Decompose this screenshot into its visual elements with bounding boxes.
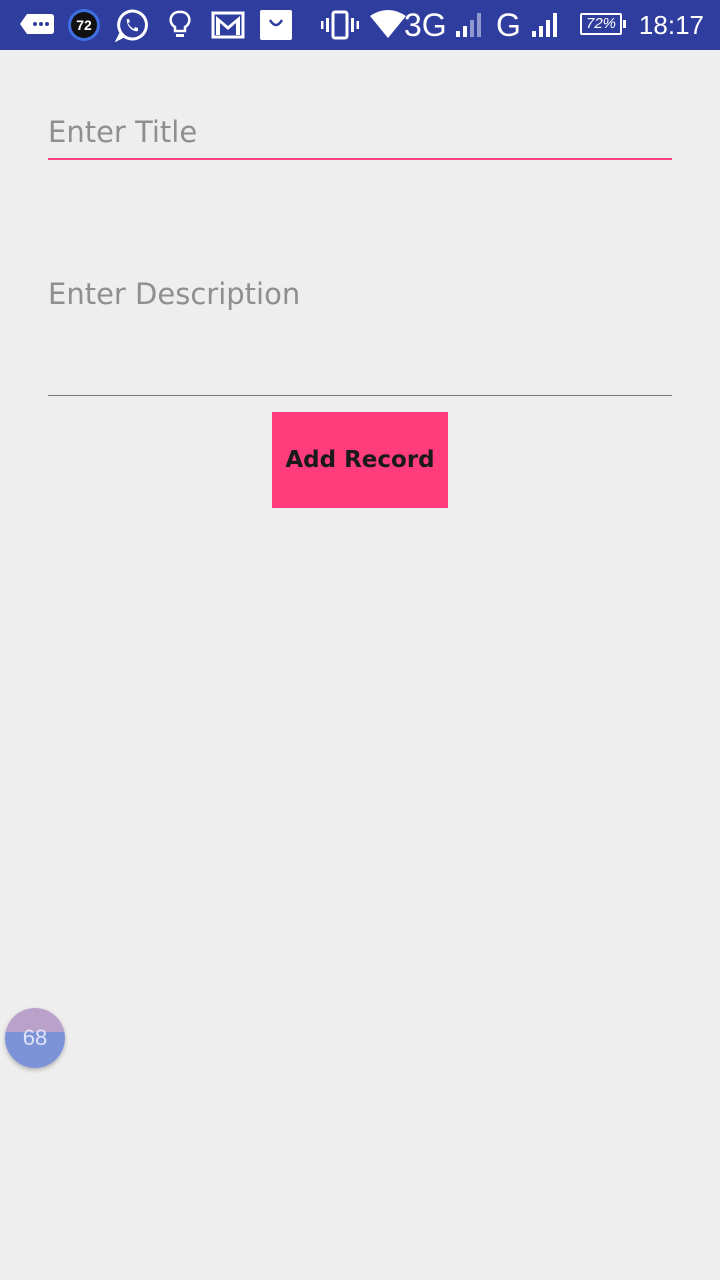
title-field[interactable]: [48, 108, 672, 160]
clock: 18:17: [638, 10, 704, 40]
description-field[interactable]: [48, 272, 672, 396]
signal-icon: [530, 0, 560, 50]
badge-72-icon: 72: [66, 0, 102, 50]
floating-bubble[interactable]: 68: [5, 1008, 65, 1068]
battery-cap: [623, 20, 626, 28]
network-3g-label: 3G: [404, 7, 447, 43]
shopping-bag-icon: [258, 0, 294, 50]
battery-icon: 72%: [580, 13, 622, 35]
description-input[interactable]: [48, 272, 672, 382]
floating-bubble-value: 68: [22, 1025, 48, 1050]
signal-icon: [454, 0, 484, 50]
whatsapp-icon: [114, 0, 150, 50]
network-g-label: G: [496, 7, 521, 43]
lightbulb-icon: [166, 0, 194, 50]
vibrate-icon: [320, 0, 360, 50]
title-input[interactable]: [48, 108, 672, 156]
svg-text:72: 72: [76, 17, 92, 33]
add-record-button[interactable]: Add Record: [272, 412, 448, 508]
chat-bubble-icon: [18, 0, 56, 50]
wifi-icon: [368, 0, 408, 50]
status-bar: 72 3G G 72% 18:17: [0, 0, 720, 50]
battery-percent: 72%: [585, 15, 617, 32]
gmail-icon: [210, 0, 246, 50]
